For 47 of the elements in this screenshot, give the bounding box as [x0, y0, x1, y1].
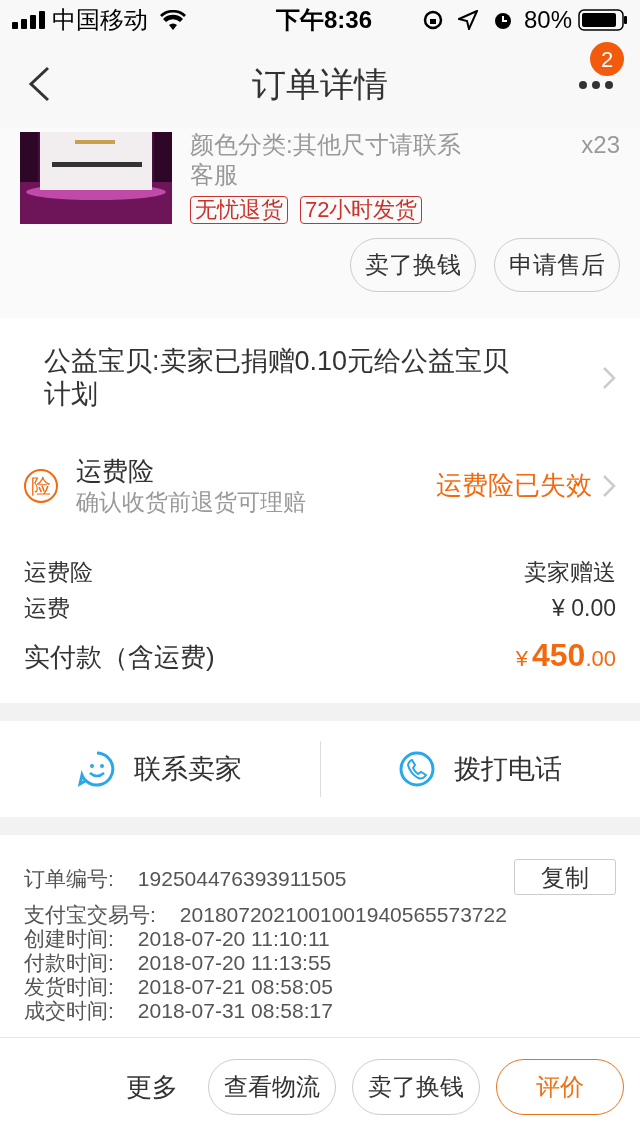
smiley-icon — [77, 750, 116, 788]
wifi-icon — [160, 10, 186, 30]
product-spec: 颜色分类:其他尺寸请联系客服 — [190, 130, 462, 190]
info-value: 2018-07-20 11:10:11 — [137, 927, 330, 951]
fee-label: 运费险 — [24, 558, 93, 587]
insurance-status: 运费险已失效 — [436, 469, 592, 502]
quantity: x23 — [581, 130, 620, 160]
back-icon[interactable] — [28, 66, 50, 102]
insurance-icon: 险 — [24, 468, 58, 503]
service-tag: 72小时发货 — [300, 196, 423, 224]
info-value: 2018072021001001940565573722 — [179, 903, 507, 927]
signal-icon — [12, 11, 46, 29]
charity-text: 公益宝贝:卖家已捐赠0.10元给公益宝贝计划 — [44, 345, 511, 411]
action-button[interactable]: 卖了换钱 — [350, 238, 476, 292]
total-amount: ¥450.00 — [515, 636, 616, 675]
action-button[interactable]: 申请售后 — [494, 238, 620, 292]
service-tag: 无忧退货 — [190, 196, 288, 224]
info-label: 成交时间: — [24, 999, 114, 1023]
rotation-lock-icon — [421, 9, 444, 31]
fee-value: ¥ 0.00 — [552, 594, 616, 623]
notification-badge: 2 — [590, 42, 624, 76]
info-value: 192504476393911505 — [137, 867, 347, 891]
more-icon[interactable] — [578, 80, 614, 90]
info-value: 2018-07-31 08:58:17 — [137, 999, 333, 1023]
info-value: 2018-07-21 08:58:05 — [137, 975, 333, 999]
fee-value: 卖家赠送 — [524, 558, 616, 587]
page-title: 订单详情 — [252, 63, 388, 105]
status-time: 下午8:36 — [274, 5, 372, 35]
contact-button[interactable]: 联系卖家 — [0, 721, 320, 817]
info-value: 2018-07-20 11:13:55 — [137, 951, 332, 975]
info-label: 订单编号: — [24, 867, 114, 891]
fee-label: 运费 — [24, 594, 70, 623]
phone-icon — [398, 750, 437, 788]
info-label: 付款时间: — [24, 951, 114, 975]
more-link[interactable]: 更多 — [126, 1067, 178, 1107]
contact-button[interactable]: 拨打电话 — [320, 721, 640, 817]
location-icon — [457, 10, 478, 30]
info-label: 创建时间: — [24, 927, 114, 951]
battery-percent: 80% — [523, 5, 572, 35]
insurance-subtitle: 确认收货前退货可理赔 — [76, 487, 306, 517]
info-label: 发货时间: — [24, 975, 114, 999]
info-label: 支付宝交易号: — [24, 903, 156, 927]
carrier-name: 中国移动 — [52, 5, 148, 35]
battery-icon — [578, 9, 628, 31]
insurance-title: 运费险 — [76, 454, 155, 487]
total-label: 实付款（含运费) — [24, 641, 215, 674]
copy-button[interactable]: 复制 — [514, 859, 616, 895]
